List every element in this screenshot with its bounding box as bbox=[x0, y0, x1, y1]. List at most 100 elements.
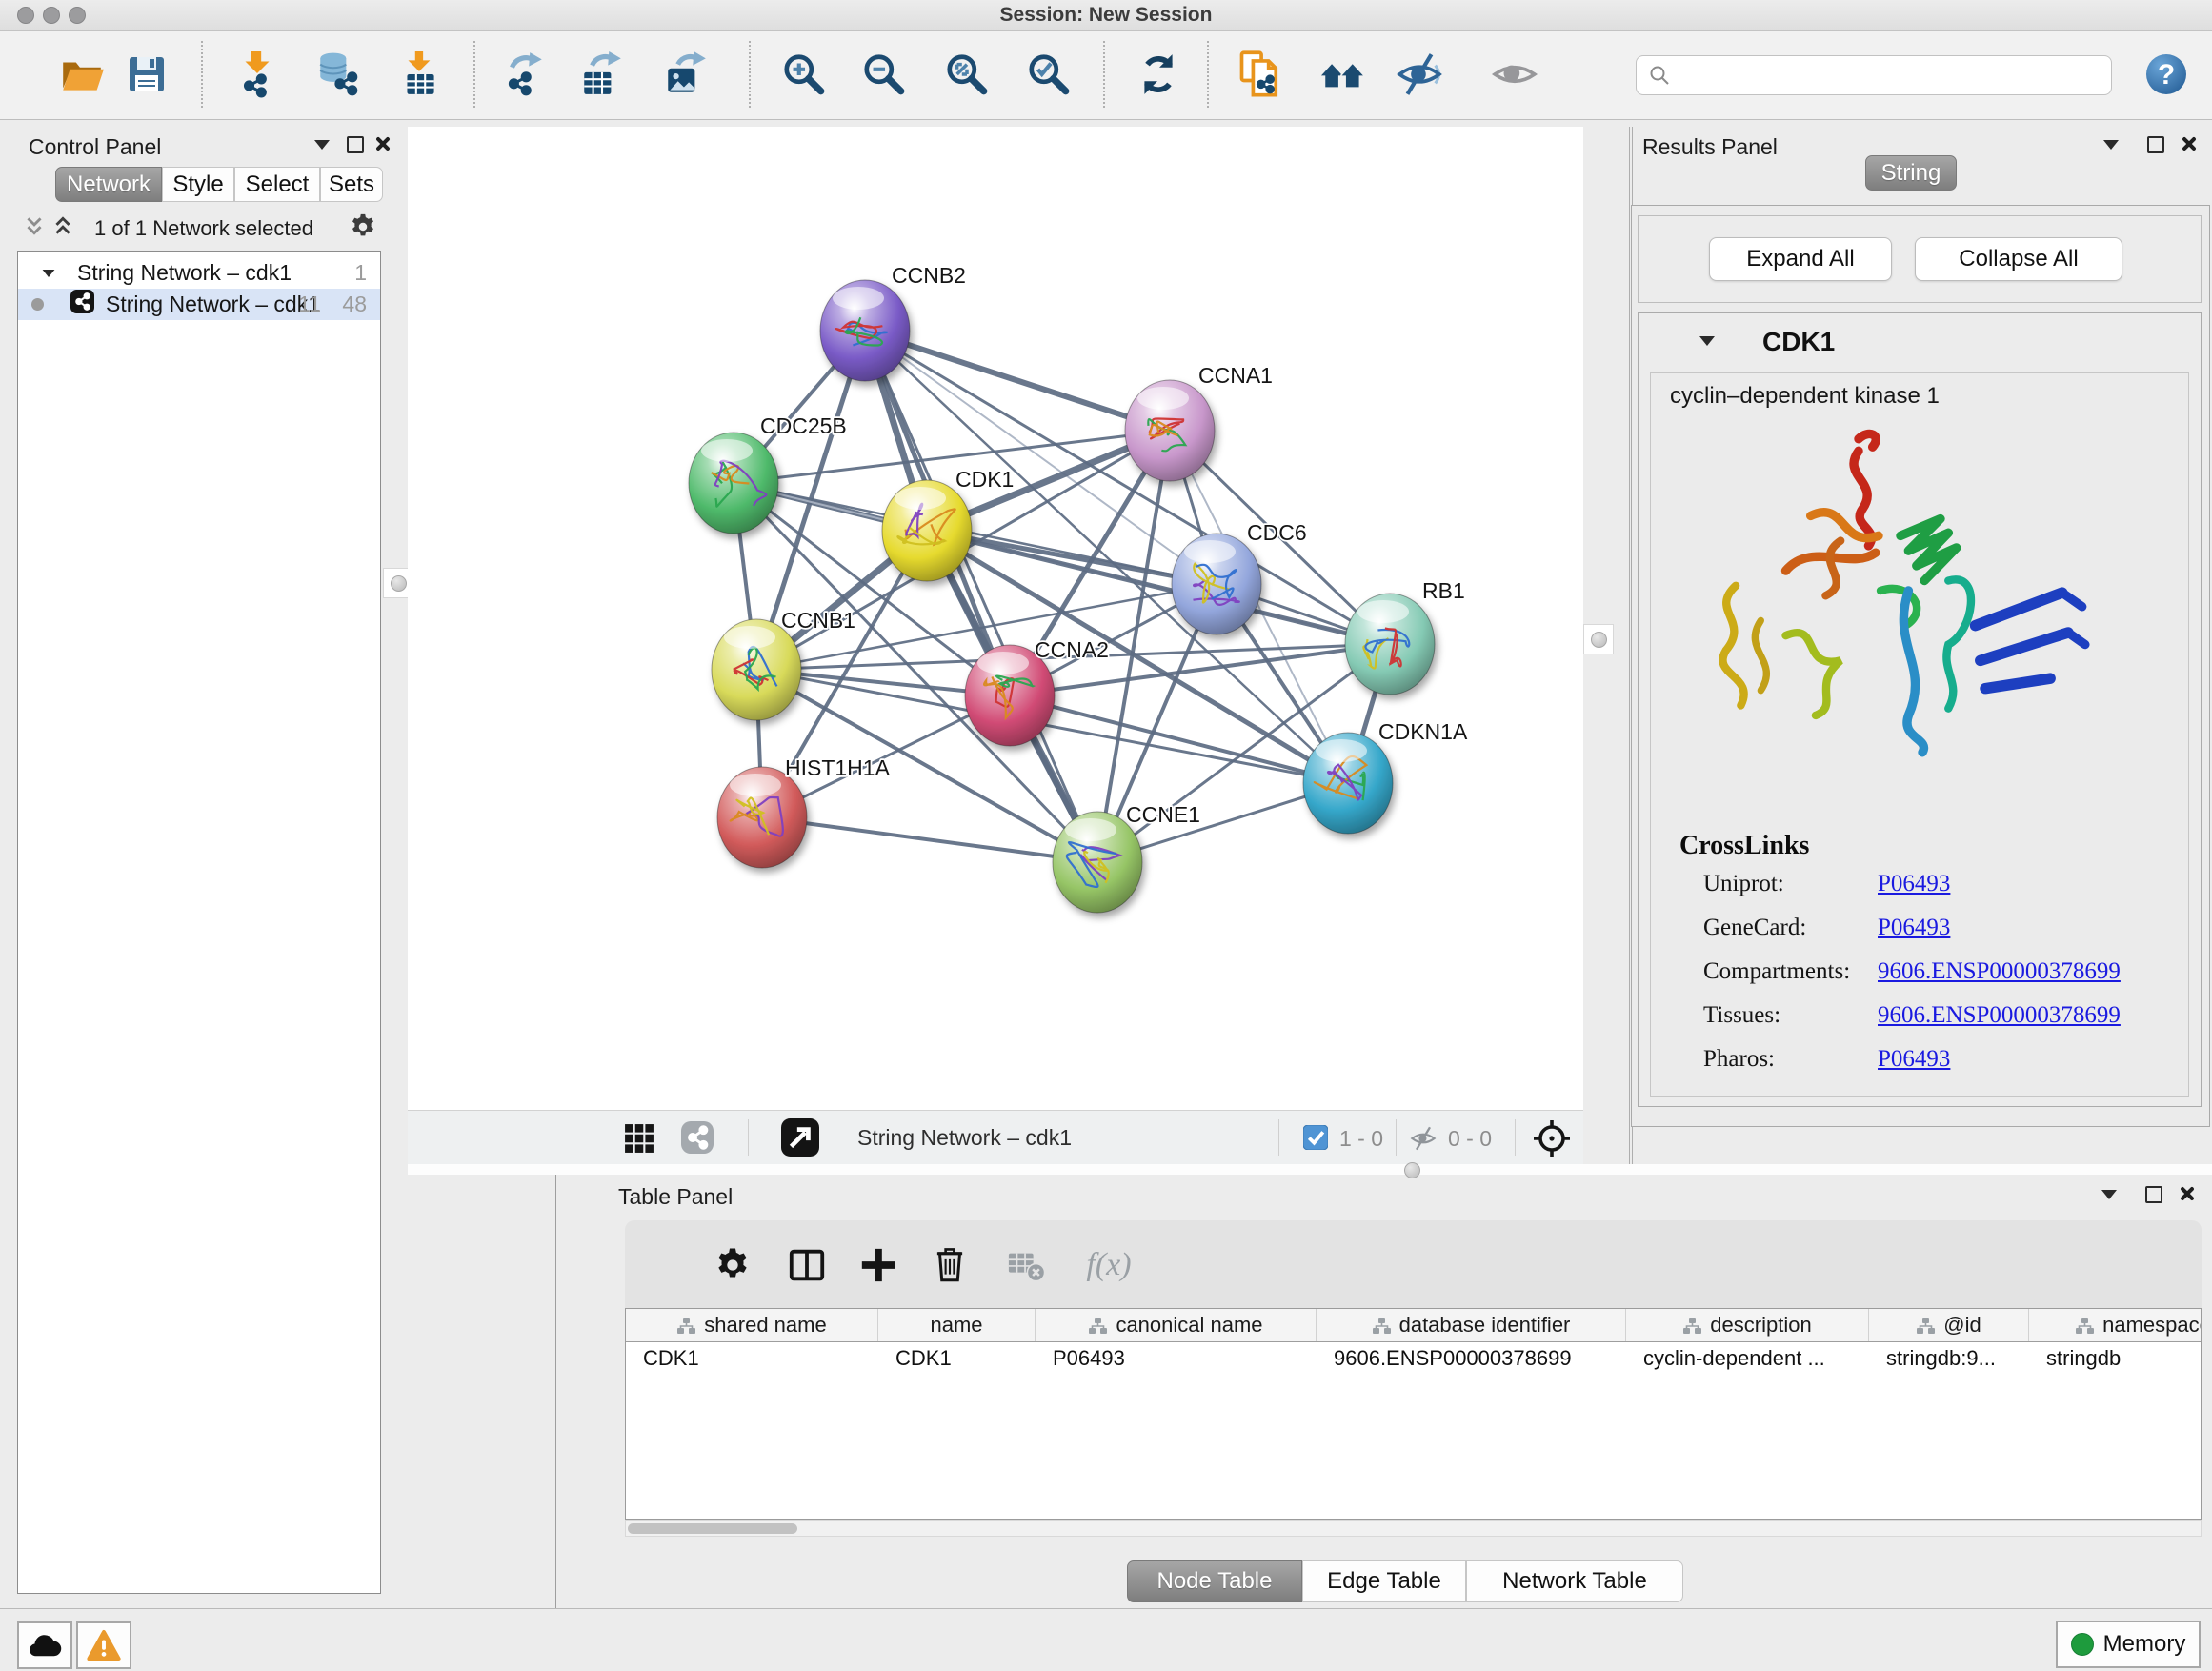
table-splitter[interactable] bbox=[408, 1164, 2212, 1175]
memory-button[interactable]: Memory bbox=[2056, 1621, 2201, 1668]
table-row[interactable]: CDK1 CDK1 P06493 9606.ENSP00000378699 cy… bbox=[626, 1342, 2201, 1375]
clone-network-icon[interactable] bbox=[1236, 50, 1285, 99]
crosslink-link[interactable]: P06493 bbox=[1878, 871, 1950, 897]
network-node-ccnb2[interactable] bbox=[820, 280, 910, 381]
tab-network[interactable]: Network bbox=[55, 167, 162, 202]
table-horizontal-scrollbar[interactable] bbox=[625, 1520, 2202, 1537]
network-node-cdk1[interactable] bbox=[882, 480, 972, 581]
network-edge[interactable] bbox=[927, 531, 1390, 644]
column-header-name[interactable]: name bbox=[878, 1309, 1036, 1341]
grid-view-icon[interactable] bbox=[624, 1123, 654, 1158]
network-node-cdc25b[interactable] bbox=[689, 433, 778, 534]
help-icon[interactable]: ? bbox=[2142, 50, 2191, 99]
home-icon[interactable] bbox=[1318, 50, 1368, 99]
network-node-ccnb1[interactable] bbox=[712, 619, 801, 720]
import-table-icon[interactable] bbox=[395, 50, 445, 99]
open-icon[interactable] bbox=[57, 50, 107, 99]
cloud-button[interactable] bbox=[17, 1621, 72, 1669]
save-icon[interactable] bbox=[122, 50, 171, 99]
selected-checkbox-icon[interactable] bbox=[1303, 1125, 1328, 1155]
column-header-database-identifier[interactable]: database identifier bbox=[1317, 1309, 1626, 1341]
crosslink-link[interactable]: 9606.ENSP00000378699 bbox=[1878, 958, 2121, 985]
cell-namespace[interactable]: stringdb bbox=[2029, 1342, 2202, 1375]
panel-float-icon[interactable] bbox=[2145, 1186, 2162, 1203]
network-node-ccna1[interactable] bbox=[1125, 380, 1215, 481]
column-header-namespace[interactable]: namespace bbox=[2029, 1309, 2202, 1341]
panel-close-icon[interactable] bbox=[2178, 1185, 2195, 1202]
column-header-id[interactable]: @id bbox=[1869, 1309, 2029, 1341]
export-table-icon[interactable] bbox=[577, 50, 627, 99]
panel-float-icon[interactable] bbox=[2147, 136, 2164, 153]
tab-network-table[interactable]: Network Table bbox=[1466, 1560, 1683, 1602]
cell-id[interactable]: stringdb:9... bbox=[1869, 1342, 2029, 1375]
zoom-in-icon[interactable] bbox=[779, 50, 829, 99]
cell-database-identifier[interactable]: 9606.ENSP00000378699 bbox=[1317, 1342, 1626, 1375]
tab-edge-table[interactable]: Edge Table bbox=[1302, 1560, 1466, 1602]
network-canvas[interactable]: CCNB2CCNA1CDC25BCDK1CDC6RB1CCNB1CCNA2CDK… bbox=[408, 127, 1583, 1110]
tab-node-table[interactable]: Node Table bbox=[1127, 1560, 1302, 1602]
birdseye-navigator-icon[interactable] bbox=[1532, 1118, 1572, 1163]
column-header-canonical-name[interactable]: canonical name bbox=[1036, 1309, 1317, 1341]
panel-float-icon[interactable] bbox=[347, 136, 364, 153]
add-column-icon[interactable] bbox=[856, 1243, 900, 1287]
export-image-icon[interactable] bbox=[661, 50, 711, 99]
zoom-fit-icon[interactable] bbox=[942, 50, 992, 99]
results-splitter-gutter[interactable] bbox=[1583, 127, 1633, 1164]
cell-canonical-name[interactable]: P06493 bbox=[1036, 1342, 1317, 1375]
network-badge-icon[interactable] bbox=[681, 1121, 714, 1158]
panel-close-icon[interactable] bbox=[2180, 135, 2197, 152]
scrollbar-thumb[interactable] bbox=[628, 1523, 797, 1534]
collapse-all-button[interactable]: Collapse All bbox=[1915, 237, 2122, 281]
network-options-gear-icon[interactable] bbox=[349, 212, 377, 246]
network-node-rb1[interactable] bbox=[1345, 594, 1435, 695]
panel-menu-icon[interactable] bbox=[2103, 140, 2119, 150]
zoom-selected-icon[interactable] bbox=[1024, 50, 1074, 99]
network-collection-row[interactable]: String Network – cdk1 1 bbox=[18, 257, 380, 289]
warnings-button[interactable] bbox=[76, 1621, 131, 1669]
refresh-icon[interactable] bbox=[1134, 50, 1183, 99]
open-in-window-icon[interactable] bbox=[781, 1118, 819, 1161]
column-header-shared-name[interactable]: shared name bbox=[626, 1309, 878, 1341]
panel-close-icon[interactable] bbox=[373, 135, 391, 152]
crosslink-link[interactable]: P06493 bbox=[1878, 915, 1950, 941]
export-network-icon[interactable] bbox=[499, 50, 549, 99]
right-splitter-handle[interactable] bbox=[1583, 624, 1614, 654]
node-gloss bbox=[895, 487, 946, 510]
crosslink-label: Uniprot: bbox=[1703, 871, 1784, 897]
svg-text:?: ? bbox=[2158, 59, 2175, 91]
search-icon bbox=[1648, 64, 1671, 87]
tab-string[interactable]: String bbox=[1865, 155, 1957, 191]
network-edge[interactable] bbox=[865, 331, 1097, 862]
tab-style[interactable]: Style bbox=[162, 167, 234, 202]
import-database-icon[interactable] bbox=[313, 50, 363, 99]
crosslink-link[interactable]: P06493 bbox=[1878, 1046, 1950, 1073]
search-input[interactable] bbox=[1679, 62, 2111, 89]
table-gear-icon[interactable] bbox=[711, 1243, 754, 1287]
cell-description[interactable]: cyclin-dependent ... bbox=[1626, 1342, 1869, 1375]
show-eye-icon[interactable] bbox=[1490, 50, 1539, 99]
panel-menu-icon[interactable] bbox=[314, 140, 330, 150]
expand-all-button[interactable]: Expand All bbox=[1709, 237, 1892, 281]
network-edge[interactable] bbox=[762, 817, 1097, 862]
column-header-description[interactable]: description bbox=[1626, 1309, 1869, 1341]
tab-select[interactable]: Select bbox=[234, 167, 320, 202]
network-node-hist1h1a[interactable] bbox=[717, 767, 807, 868]
delete-column-icon[interactable] bbox=[928, 1243, 972, 1287]
hide-selected-icon[interactable] bbox=[1395, 50, 1444, 99]
tree-expand-icon[interactable] bbox=[43, 270, 55, 277]
hidden-eye-slash-icon[interactable] bbox=[1408, 1125, 1438, 1157]
network-node-cdkn1a[interactable] bbox=[1303, 733, 1393, 834]
cell-shared-name[interactable]: CDK1 bbox=[626, 1342, 878, 1375]
zoom-out-icon[interactable] bbox=[859, 50, 909, 99]
panel-menu-icon[interactable] bbox=[2101, 1190, 2117, 1199]
show-columns-icon[interactable] bbox=[785, 1243, 829, 1287]
toolbar-separator bbox=[1103, 41, 1105, 108]
import-network-icon[interactable] bbox=[232, 50, 282, 99]
network-edge[interactable] bbox=[865, 331, 1170, 431]
network-node-cdc6[interactable] bbox=[1172, 534, 1261, 634]
network-row[interactable]: String Network – cdk1 11 48 bbox=[18, 289, 380, 320]
cell-name[interactable]: CDK1 bbox=[878, 1342, 1036, 1375]
crosslink-link[interactable]: 9606.ENSP00000378699 bbox=[1878, 1002, 2121, 1029]
tab-sets[interactable]: Sets bbox=[320, 167, 383, 202]
cdk1-collapse-icon[interactable] bbox=[1699, 336, 1715, 346]
